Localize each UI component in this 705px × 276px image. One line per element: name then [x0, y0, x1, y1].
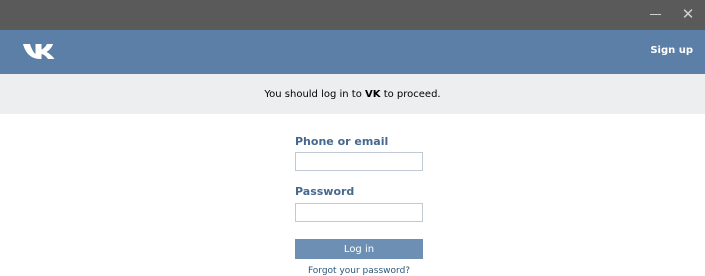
sign-up-link[interactable]: Sign up [650, 45, 693, 56]
login-notice: You should log in to VK to proceed. [0, 74, 705, 114]
login-label: Phone or email [295, 135, 389, 148]
log-in-button[interactable]: Log in [295, 239, 423, 259]
notice-text-after: to proceed. [380, 88, 441, 100]
minimize-bar [649, 13, 661, 15]
minimize-icon[interactable] [646, 5, 664, 23]
forgot-password-link[interactable]: Forgot your password? [295, 266, 423, 276]
notice-brand: VK [365, 88, 381, 100]
app-header: Sign up [0, 30, 705, 74]
notice-text-before: You should log in to [264, 88, 366, 100]
window-titlebar: ✕ [0, 0, 705, 30]
password-label: Password [295, 185, 355, 198]
vk-logo[interactable] [23, 43, 57, 60]
password-input[interactable] [295, 203, 423, 222]
close-icon[interactable]: ✕ [679, 5, 697, 23]
login-input[interactable] [295, 152, 423, 171]
